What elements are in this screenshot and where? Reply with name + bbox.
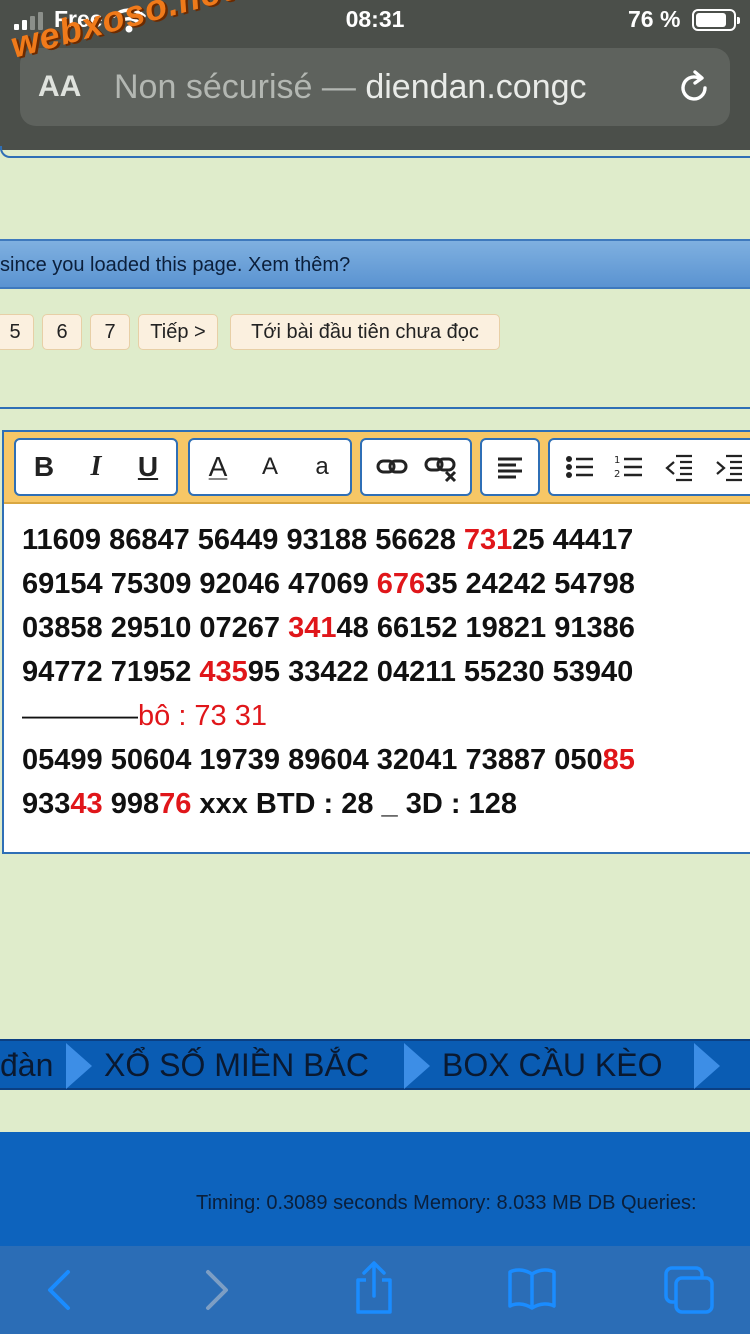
italic-button[interactable]: I [76, 448, 116, 486]
editor-toolbar: B I U A A a 1 2 [4, 432, 750, 504]
divider [0, 407, 750, 409]
reload-icon[interactable] [676, 70, 712, 106]
page-footer: Timing: 0.3089 seconds Memory: 8.033 MB … [0, 1132, 750, 1250]
page-link-7[interactable]: 7 [90, 314, 130, 350]
link-group [360, 438, 472, 496]
share-icon[interactable] [352, 1260, 396, 1316]
back-icon[interactable] [40, 1266, 80, 1314]
forward-icon[interactable] [196, 1266, 236, 1314]
font-group: A A a [188, 438, 352, 496]
numbered-list-icon[interactable]: 1 2 [610, 448, 650, 486]
breadcrumb-item-forum[interactable]: đàn [0, 1047, 53, 1084]
breadcrumb-item-box-cau-keo[interactable]: BOX CẦU KÈO [442, 1047, 663, 1084]
list-group: 1 2 [548, 438, 750, 496]
page-link-6[interactable]: 6 [42, 314, 82, 350]
post-line-3: 03858 29510 07267 34148 66152 19821 9138… [22, 612, 635, 644]
font-size-button[interactable]: A [248, 448, 292, 486]
next-page-button[interactable]: Tiếp > [138, 314, 218, 350]
align-group [480, 438, 540, 496]
bookmarks-icon[interactable] [506, 1266, 558, 1310]
align-left-icon[interactable] [490, 448, 530, 486]
notice-text: since you loaded this page. Xem thêm? [0, 254, 351, 276]
first-unread-button[interactable]: Tới bài đầu tiên chưa đọc [230, 314, 500, 350]
page-link-5[interactable]: 5 [0, 314, 34, 350]
format-group: B I U [14, 438, 178, 496]
breadcrumb-arrow-icon [694, 1043, 720, 1089]
post-line-5: ————bô : 73 31 [22, 700, 267, 732]
breadcrumb-arrow-icon [404, 1043, 430, 1089]
browser-bottom-bar [0, 1246, 750, 1334]
address-bar[interactable]: AA Non sécurisé — diendan.congc [20, 48, 730, 126]
reply-editor[interactable]: B I U A A a 1 2 11609 86847 56449 93188 … [2, 430, 750, 854]
new-posts-notice[interactable]: since you loaded this page. Xem thêm? [0, 239, 750, 289]
breadcrumb-item-xsmb[interactable]: XỔ SỐ MIỀN BẮC [104, 1047, 369, 1084]
post-line-7: 93343 99876 xxx BTD : 28 _ 3D : 128 [22, 788, 517, 820]
security-label: Non sécurisé — [114, 68, 356, 106]
underline-button[interactable]: U [128, 448, 168, 486]
battery-percent: 76 % [628, 6, 681, 32]
link-icon[interactable] [372, 448, 412, 486]
post-line-1: 11609 86847 56449 93188 56628 73125 4441… [22, 524, 634, 556]
post-line-2: 69154 75309 92046 47069 67635 24242 5479… [22, 568, 635, 600]
url-text[interactable]: Non sécurisé — diendan.congc [114, 68, 654, 107]
editor-content[interactable]: 11609 86847 56449 93188 56628 73125 4441… [22, 518, 750, 826]
bold-button[interactable]: B [24, 448, 64, 486]
reader-button[interactable]: AA [38, 70, 81, 104]
font-style-button[interactable]: a [300, 448, 344, 486]
font-color-button[interactable]: A [196, 448, 240, 486]
tabs-icon[interactable] [662, 1264, 716, 1316]
post-line-4: 94772 71952 43595 33422 04211 55230 5394… [22, 656, 634, 688]
post-line-6: 05499 50604 19739 89604 32041 73887 0508… [22, 744, 635, 776]
post-box-edge [0, 146, 750, 158]
outdent-icon[interactable] [660, 448, 700, 486]
breadcrumb-arrow-icon [66, 1043, 92, 1089]
svg-text:1: 1 [614, 455, 620, 466]
domain-label: diendan.congc [365, 68, 587, 106]
bullet-list-icon[interactable] [560, 448, 600, 486]
indent-icon[interactable] [710, 448, 750, 486]
footer-stats: Timing: 0.3089 seconds Memory: 8.033 MB … [196, 1192, 697, 1214]
unlink-icon[interactable] [422, 448, 462, 486]
svg-text:2: 2 [614, 469, 620, 480]
battery-icon [692, 9, 740, 31]
browser-top-bar: Free 08:31 76 % AA Non sécurisé — dienda… [0, 0, 750, 150]
breadcrumb: đàn XỔ SỐ MIỀN BẮC BOX CẦU KÈO [0, 1039, 750, 1090]
